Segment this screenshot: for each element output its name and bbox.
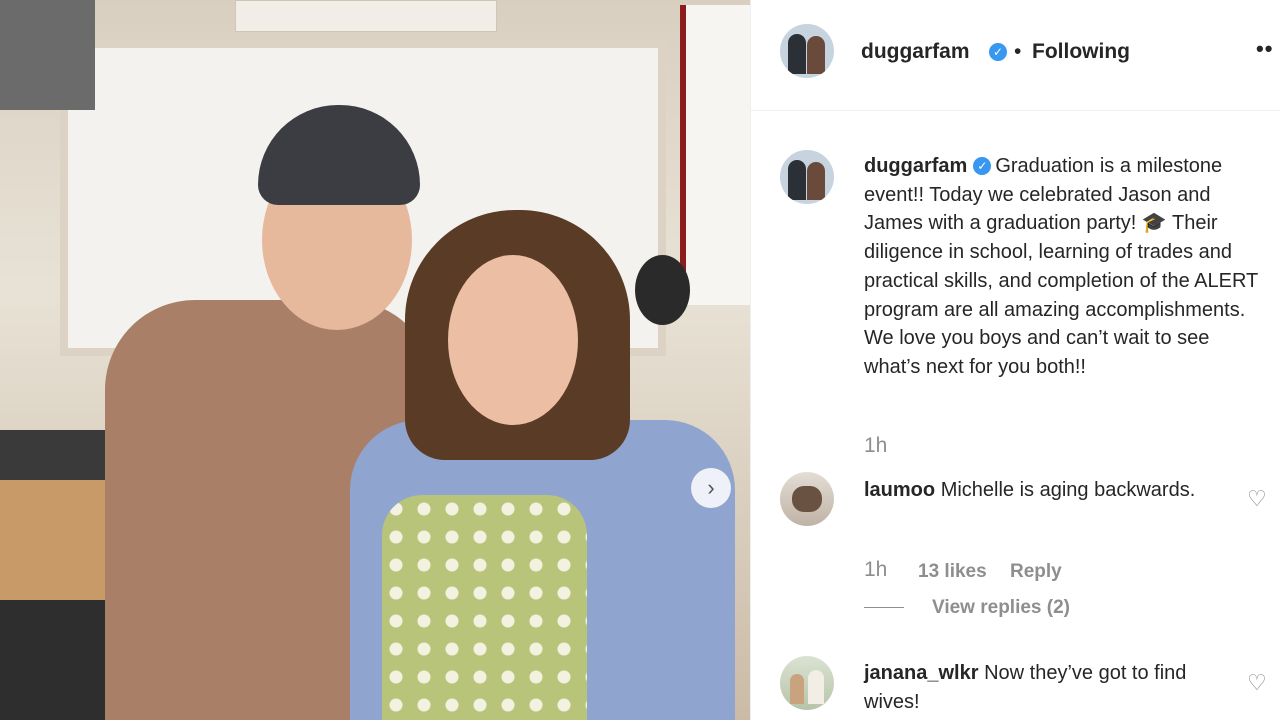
view-replies-button[interactable]: View replies (2) — [932, 597, 1070, 619]
caption-text: Graduation is a milestone event!! Today … — [864, 155, 1258, 378]
verified-badge-icon: ✓ — [989, 43, 1007, 61]
chevron-right-icon[interactable]: › — [691, 468, 731, 508]
caption-author-avatar[interactable] — [780, 150, 834, 204]
comment-avatar[interactable] — [780, 656, 834, 710]
more-options-icon[interactable]: •• — [1256, 36, 1273, 62]
comment-timestamp: 1h — [864, 558, 888, 581]
comment-item: laumoo Michelle is aging backwards. — [864, 476, 1234, 505]
stove — [0, 600, 110, 720]
heart-icon[interactable]: ♡ — [1247, 488, 1269, 510]
comment-item: janana_wlkr Now they’ve got to find wive… — [864, 659, 1234, 716]
comment-avatar[interactable] — [780, 472, 834, 526]
post-header: duggarfam ✓ • Following •• — [751, 0, 1280, 111]
comment-likes[interactable]: 13 likes — [918, 561, 987, 583]
comment-username[interactable]: laumoo — [864, 479, 935, 501]
range-hood — [0, 0, 95, 110]
polka-dot-apron — [382, 495, 587, 720]
comment-text: Michelle is aging backwards. — [940, 479, 1196, 501]
reply-button[interactable]: Reply — [1010, 561, 1062, 583]
author-username[interactable]: duggarfam — [861, 40, 970, 64]
heart-icon[interactable]: ♡ — [1247, 672, 1269, 694]
verified-badge-icon: ✓ — [973, 157, 992, 175]
post-caption: duggarfam ✓ Graduation is a milestone even… — [864, 152, 1269, 382]
wall-sign — [235, 0, 497, 32]
separator-dot: • — [1014, 40, 1022, 63]
comment-username[interactable]: janana_wlkr — [864, 662, 979, 684]
following-button[interactable]: Following — [1032, 40, 1130, 64]
person-woman-head — [448, 255, 578, 425]
post-sidebar: duggarfam ✓ • Following •• duggarfam ✓ Gra… — [750, 0, 1280, 720]
caption-username[interactable]: duggarfam — [864, 155, 967, 177]
balloon — [635, 255, 690, 325]
replies-divider — [864, 607, 904, 608]
author-avatar[interactable] — [780, 24, 834, 78]
caption-timestamp: 1h — [864, 434, 888, 457]
post-photo[interactable]: › — [0, 0, 750, 720]
wall-banner — [680, 5, 750, 305]
